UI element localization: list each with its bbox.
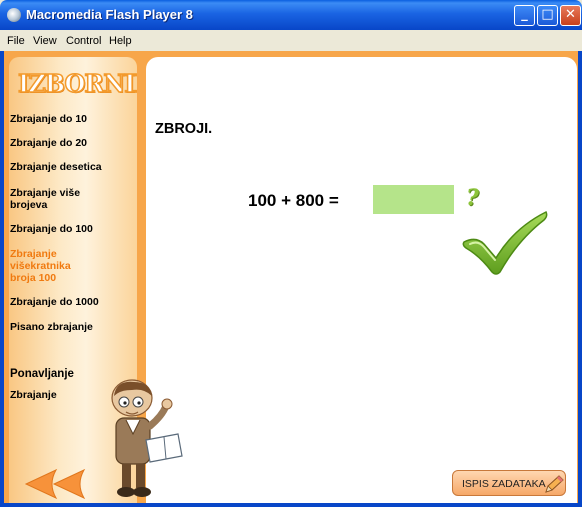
menu-bar: File View Control Help: [0, 30, 582, 51]
window-frame-left: [0, 51, 4, 507]
sidebar-item-zbrajanje-vise-brojeva[interactable]: Zbrajanje više brojeva: [10, 187, 100, 211]
window-frame-right: [578, 51, 582, 507]
maximize-button[interactable]: □: [537, 5, 558, 26]
menu-help[interactable]: Help: [109, 35, 132, 47]
menu-control[interactable]: Control: [66, 35, 101, 47]
answer-input[interactable]: [373, 185, 454, 214]
sidebar-item-zbrajanje-visekratnika[interactable]: Zbrajanje višekratnika broja 100: [10, 248, 90, 284]
sidebar-item-zbrajanje-desetica[interactable]: Zbrajanje desetica: [10, 161, 122, 173]
window-frame-bottom: [0, 503, 582, 507]
sidebar-item-zbrajanje-do-1000[interactable]: Zbrajanje do 1000: [10, 296, 122, 308]
flash-app-icon: [7, 8, 21, 22]
sidebar-item-zbrajanje-do-10[interactable]: Zbrajanje do 10: [10, 113, 122, 125]
sidebar-item-zbrajanje-do-20[interactable]: Zbrajanje do 20: [10, 137, 122, 149]
print-tasks-label: ISPIS ZADATAKA: [462, 478, 546, 490]
teacher-character: [111, 379, 183, 497]
equation-text: 100 + 800 =: [248, 191, 339, 210]
menu-view[interactable]: View: [33, 35, 57, 47]
izbornik-logo: IZBORNIK: [17, 68, 137, 99]
close-button[interactable]: ✕: [560, 5, 581, 26]
print-tasks-button[interactable]: ISPIS ZADATAKA: [452, 470, 566, 496]
minimize-button[interactable]: _: [514, 5, 535, 26]
back-arrows-icon[interactable]: [22, 468, 90, 500]
pencil-icon: [545, 475, 564, 493]
task-heading: ZBROJI.: [155, 121, 213, 137]
sidebar-item-zbrajanje-do-100[interactable]: Zbrajanje do 100: [10, 223, 122, 235]
sidebar-item-pisano-zbrajanje[interactable]: Pisano zbrajanje: [10, 321, 122, 333]
window-title: Macromedia Flash Player 8: [26, 7, 193, 22]
title-bar: Macromedia Flash Player 8 _ □ ✕: [0, 0, 582, 30]
menu-file[interactable]: File: [7, 35, 25, 47]
checkmark-icon[interactable]: [462, 208, 550, 276]
